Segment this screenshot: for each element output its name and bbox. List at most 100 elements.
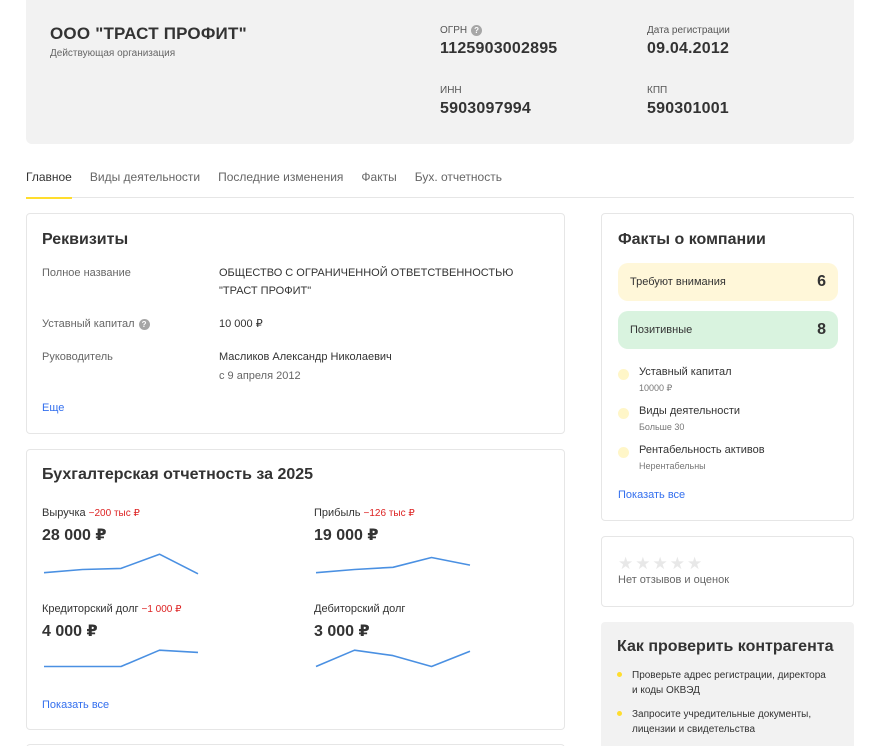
payables-label-row: Кредиторский долг −1 000 ₽ [42, 603, 182, 615]
fact-item: Уставный капитал 10000 ₽ [618, 366, 732, 394]
revenue-label-row: Выручка −200 тыс ₽ [42, 507, 140, 519]
positive-label: Позитивные [630, 324, 693, 336]
sparkline-path [315, 556, 471, 574]
sparkline-path [44, 649, 199, 668]
status-dot [618, 408, 629, 419]
ogrn-label: ОГРН [440, 24, 468, 36]
payables-sparkline [44, 649, 199, 668]
reg-date-label: Дата регистрации [647, 24, 730, 36]
fact-item: Рентабельность активов Нерентабельны [618, 444, 765, 471]
check-item-line2: лицензии и свидетельства [632, 724, 756, 735]
attention-count: 6 [817, 273, 826, 290]
star-icon[interactable]: ★ [618, 555, 633, 572]
bullet-dot [617, 711, 622, 716]
revenue-label: Выручка [42, 507, 86, 519]
requisites-card: Реквизиты Полное название ОБЩЕСТВО С ОГР… [26, 213, 565, 434]
sparkline-path [315, 649, 471, 668]
company-name: ООО "ТРАСТ ПРОФИТ" [50, 24, 247, 43]
check-counterparty-card: Как проверить контрагента Проверьте адре… [601, 622, 854, 746]
fact-item-sub: Нерентабельны [639, 461, 706, 471]
payables-label: Кредиторский долг [42, 603, 139, 615]
star-icon[interactable]: ★ [687, 555, 702, 572]
receivables-sparkline [315, 649, 471, 668]
profit-value: 19 000 ₽ [314, 527, 379, 544]
inn-label: ИНН [440, 84, 462, 96]
help-icon[interactable]: ? [471, 24, 483, 36]
capital-value: 10 000 ₽ [219, 318, 263, 330]
payables-value: 4 000 ₽ [42, 623, 98, 640]
facts-title: Факты о компании [618, 231, 766, 248]
positive-count: 8 [817, 321, 826, 338]
director-since: с 9 апреля 2012 [219, 370, 301, 382]
company-header: ООО "ТРАСТ ПРОФИТ" Действующая организац… [26, 0, 854, 144]
facts-show-all-link[interactable]: Показать все [618, 489, 685, 501]
fact-item: Виды деятельности Больше 30 [618, 405, 740, 432]
full-name-label: Полное название [42, 267, 131, 279]
reg-date-block: Дата регистрации 09.04.2012 [647, 23, 730, 58]
accounting-show-all-link[interactable]: Показать все [42, 699, 109, 711]
requisites-title: Реквизиты [42, 231, 129, 248]
revenue-value: 28 000 ₽ [42, 527, 107, 544]
profit-sparkline [315, 556, 471, 574]
reviews-card: ★ ★ ★ ★ ★ Нет отзывов и оценок [601, 536, 854, 607]
check-item-line1: Запросите учредительные документы, [632, 709, 812, 720]
check-title: Как проверить контрагента [617, 638, 834, 655]
kpp-label: КПП [647, 84, 668, 96]
rating-stars[interactable]: ★ ★ ★ ★ ★ [618, 555, 702, 572]
star-icon[interactable]: ★ [670, 555, 685, 572]
facts-positive-pill[interactable]: Позитивные 8 [618, 311, 838, 349]
revenue-delta: −200 тыс ₽ [88, 508, 140, 519]
kpp-value: 590301001 [647, 100, 729, 117]
profit-label-row: Прибыль −126 тыс ₽ [314, 507, 415, 519]
fact-item-sub: Больше 30 [639, 422, 685, 432]
ogrn-value: 1125903002895 [440, 40, 558, 57]
payables-delta: −1 000 ₽ [141, 604, 182, 615]
accounting-title: Бухгалтерская отчетность за 2025 [42, 466, 314, 483]
tab-facts[interactable]: Факты [361, 164, 396, 198]
attention-label: Требуют внимания [630, 276, 726, 288]
status-dot [618, 369, 629, 380]
tab-recent-changes[interactable]: Последние изменения [218, 164, 343, 198]
kpp-block: КПП 590301001 [647, 83, 729, 118]
full-name-line1: ОБЩЕСТВО С ОГРАНИЧЕННОЙ ОТВЕТСТВЕННОСТЬЮ [219, 267, 514, 279]
fact-item-title: Виды деятельности [639, 405, 741, 417]
more-link[interactable]: Еще [42, 402, 64, 414]
star-icon[interactable]: ★ [653, 555, 668, 572]
company-status: Действующая организация [50, 48, 176, 59]
tab-activities[interactable]: Виды деятельности [90, 164, 200, 198]
director-name[interactable]: Масликов Александр Николаевич [219, 348, 539, 366]
fact-item-title: Рентабельность активов [639, 444, 765, 456]
receivables-label: Дебиторский долг [314, 603, 406, 615]
profit-label: Прибыль [314, 507, 361, 519]
reviews-text: Нет отзывов и оценок [618, 574, 730, 586]
facts-attention-pill[interactable]: Требуют внимания 6 [618, 263, 838, 301]
help-icon[interactable]: ? [138, 318, 150, 330]
profit-delta: −126 тыс ₽ [363, 508, 415, 519]
inn-block: ИНН 5903097994 [440, 83, 531, 118]
check-item-line1: Проверьте адрес регистрации, директора [632, 670, 826, 681]
fact-item-title: Уставный капитал [639, 366, 732, 378]
director-label: Руководитель [42, 351, 113, 363]
star-icon[interactable]: ★ [635, 555, 650, 572]
revenue-sparkline [43, 553, 199, 575]
accounting-card: Бухгалтерская отчетность за 2025 Выручка… [26, 449, 565, 730]
receivables-label-row: Дебиторский долг [314, 603, 405, 615]
reg-date-value: 09.04.2012 [647, 40, 730, 57]
tab-bar: Главное Виды деятельности Последние изме… [26, 164, 854, 199]
capital-label: Уставный капитал [42, 318, 135, 330]
bullet-dot [617, 672, 622, 677]
fact-item-sub: 10000 ₽ [639, 383, 673, 393]
sparkline-path [43, 553, 199, 575]
receivables-value: 3 000 ₽ [314, 623, 370, 640]
check-item: Проверьте адрес регистрации, директора и… [617, 668, 842, 698]
status-dot [618, 447, 629, 458]
full-name-value: ОБЩЕСТВО С ОГРАНИЧЕННОЙ ОТВЕТСТВЕННОСТЬЮ… [219, 264, 539, 300]
facts-card: Факты о компании Требуют внимания 6 Пози… [601, 213, 854, 521]
ogrn-block: ОГРН ? 1125903002895 [440, 23, 557, 58]
full-name-line2: "ТРАСТ ПРОФИТ" [219, 285, 312, 297]
tab-main[interactable]: Главное [26, 164, 72, 199]
tab-accounting[interactable]: Бух. отчетность [415, 164, 502, 198]
check-item-line2: и коды ОКВЭД [632, 685, 700, 696]
inn-value: 5903097994 [440, 100, 531, 117]
check-item: Запросите учредительные документы, лицен… [617, 707, 842, 737]
